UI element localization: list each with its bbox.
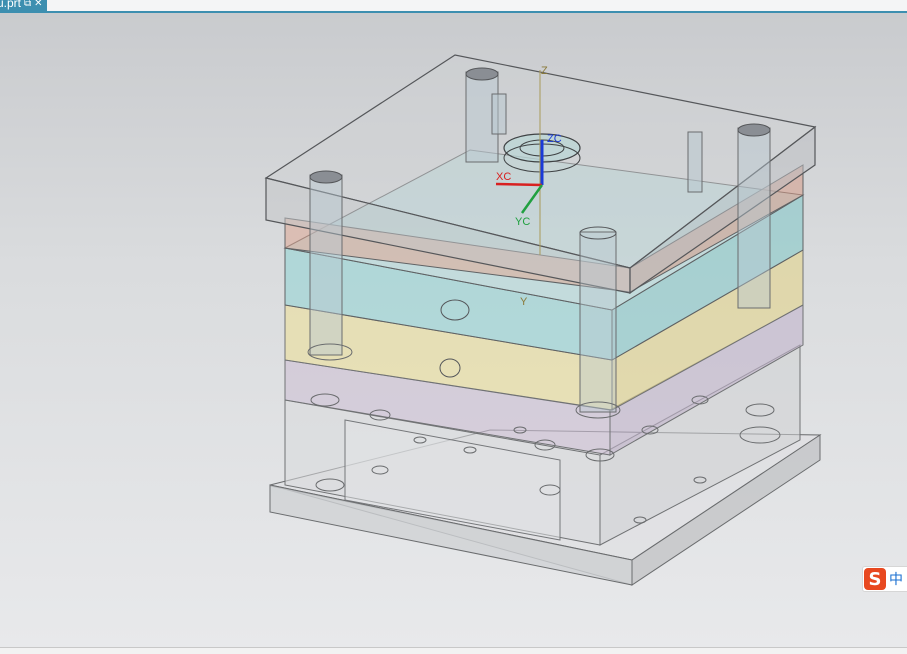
y-axis-label: Y xyxy=(520,296,528,308)
popout-icon[interactable]: ⧉ xyxy=(24,0,31,9)
xc-axis-label: XC xyxy=(496,171,511,183)
ime-mode-label: 中 xyxy=(889,571,903,587)
document-tab[interactable]: u.prt ⧉ ✕ xyxy=(0,0,47,11)
tab-filename: u.prt xyxy=(0,0,22,10)
zc-axis-label: ZC xyxy=(547,133,562,145)
close-icon[interactable]: ✕ xyxy=(34,0,42,9)
ime-indicator[interactable]: S 中 xyxy=(862,566,907,592)
sogou-logo-icon: S xyxy=(864,568,886,590)
yc-axis-label: YC xyxy=(515,216,530,228)
document-tab-bar: u.prt ⧉ ✕ xyxy=(0,0,907,13)
mold-assembly-model[interactable]: Z ZC XC YC Y xyxy=(0,13,907,647)
z-axis-label: Z xyxy=(541,65,548,77)
graphics-viewport[interactable]: Z ZC XC YC Y xyxy=(0,13,907,647)
